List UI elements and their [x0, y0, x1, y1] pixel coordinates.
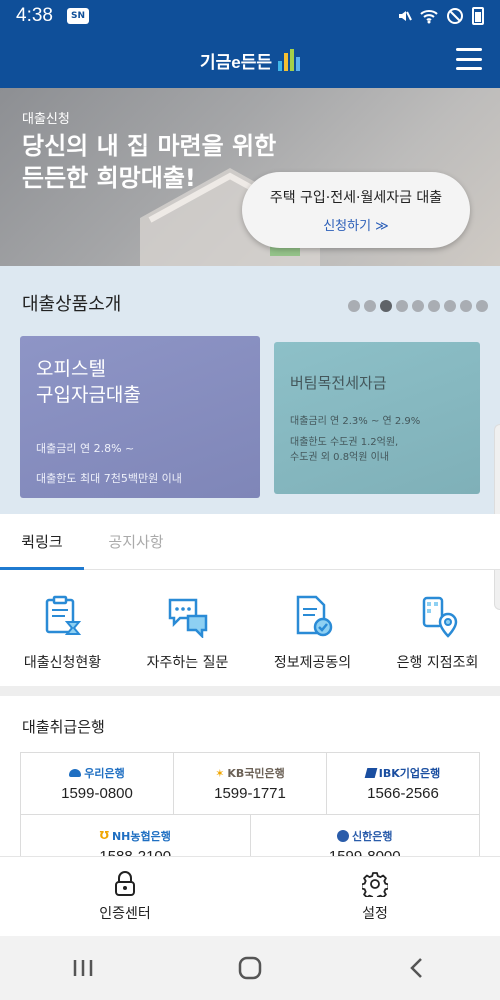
logo-text: 기금e든든	[199, 52, 272, 72]
hero-subtitle: 대출신청	[22, 112, 70, 127]
product-card-jeonse[interactable]: 버팀목전세자금 대출금리 연 2.3% ~ 연 2.9% 대출한도 수도권 1.…	[274, 342, 480, 494]
carousel-dot[interactable]	[444, 300, 456, 312]
nav-label: 설정	[362, 905, 388, 922]
notification-badge-icon: SN	[66, 8, 89, 24]
bank-woori[interactable]: 우리은행 1599-0800	[21, 753, 174, 814]
bank-phone: 1566-2566	[367, 785, 439, 802]
bank-shinhan[interactable]: 신한은행 1599-8000	[251, 815, 480, 861]
carousel-indicator[interactable]	[348, 300, 488, 312]
status-time: 4:38	[16, 5, 53, 26]
hero-title: 당신의 내 집 마련을 위한 든든한 희망대출!	[22, 130, 276, 194]
bank-ibk[interactable]: IBK기업은행 1566-2566	[327, 753, 479, 814]
bank-name: KB국민은행	[227, 767, 285, 780]
bank-logo-icon: Ʊ	[99, 829, 109, 842]
bank-phone: 1599-0800	[61, 785, 133, 802]
quick-link-label: 자주하는 질문	[146, 655, 229, 671]
bank-name: 우리은행	[84, 767, 125, 780]
do-not-disturb-icon	[447, 8, 463, 24]
quick-link-branch[interactable]: 은행 지점조회	[375, 590, 500, 680]
product-card-title: 오피스텔 구입자금대출	[36, 358, 141, 406]
bank-name: IBK기업은행	[378, 767, 441, 780]
carousel-dot[interactable]	[396, 300, 408, 312]
app-header: 기금e든든	[0, 32, 500, 88]
loan-apply-card[interactable]: 주택 구입·전세·월세자금 대출 신청하기 ≫	[242, 172, 470, 248]
battery-icon	[472, 7, 484, 25]
loan-apply-title: 주택 구입·전세·월세자금 대출	[269, 189, 443, 206]
bank-grid: 우리은행 1599-0800 ✶ KB국민은행 1599-1771 IBK기업은행…	[20, 752, 480, 862]
bank-name: 신한은행	[352, 829, 393, 843]
document-check-icon	[296, 595, 332, 637]
bank-logo-icon	[337, 829, 349, 842]
nh-bank-logo: Ʊ NH농협은행	[100, 828, 171, 844]
tab-bar: 퀵링크 공지사항	[0, 514, 500, 570]
section-divider	[0, 686, 500, 696]
back-button[interactable]	[397, 948, 437, 988]
apply-link[interactable]: 신청하기 ≫	[323, 215, 389, 234]
recent-apps-icon	[74, 960, 93, 976]
woori-bank-logo: 우리은행	[69, 765, 125, 781]
home-button[interactable]	[230, 948, 270, 988]
hero-banner[interactable]: 대출신청 당신의 내 집 마련을 위한 든든한 희망대출! 주택 구입·전세·월…	[0, 88, 500, 266]
bank-logo-icon: ✶	[215, 766, 225, 780]
status-bar: 4:38 SN	[0, 0, 500, 32]
kb-bank-logo: ✶ KB국민은행	[215, 765, 285, 781]
section-title: 대출상품소개	[22, 294, 122, 315]
carousel-dot[interactable]	[460, 300, 472, 312]
quick-link-consent[interactable]: 정보제공동의	[250, 590, 375, 680]
banks-section-title: 대출취급은행	[22, 718, 105, 736]
quick-link-label: 대출신청현황	[23, 655, 102, 671]
bank-nh[interactable]: Ʊ NH농협은행 1588-2100	[21, 815, 251, 861]
app-logo[interactable]: 기금e든든	[200, 48, 300, 73]
bank-kb[interactable]: ✶ KB국민은행 1599-1771	[174, 753, 327, 814]
carousel-dot[interactable]	[364, 300, 376, 312]
mute-icon	[399, 11, 412, 21]
nav-label: 인증센터	[99, 905, 151, 922]
bottom-nav: 인증센터 설정	[0, 856, 500, 936]
product-card-officetel[interactable]: 오피스텔 구입자금대출 대출금리 연 2.8% ~ 대출한도 최대 7천5백만원…	[20, 336, 260, 498]
bank-logo-icon	[364, 768, 378, 778]
quick-link-label: 은행 지점조회	[396, 655, 479, 671]
ibk-bank-logo: IBK기업은행	[364, 765, 441, 781]
recent-apps-button[interactable]	[63, 948, 103, 988]
system-nav-bar	[0, 936, 500, 1000]
quick-link-label: 정보제공동의	[273, 655, 352, 671]
home-icon	[238, 956, 262, 980]
lock-icon	[115, 870, 135, 896]
product-card-rate: 대출금리 연 2.3% ~ 연 2.9%	[290, 416, 421, 427]
quick-links: 대출신청현황 자주하는 질문 정보제공동의 은행 지점조회	[0, 590, 500, 680]
product-card-limit: 대출한도 최대 7천5백만원 이내	[36, 472, 182, 485]
hamburger-menu-icon[interactable]	[456, 48, 482, 70]
carousel-dot[interactable]	[428, 300, 440, 312]
bank-logo-icon	[69, 769, 82, 777]
shinhan-bank-logo: 신한은행	[337, 828, 392, 844]
chat-bubbles-icon	[168, 598, 207, 638]
carousel-dot[interactable]	[380, 300, 392, 312]
map-pin-icon	[422, 596, 457, 638]
product-card-limit: 대출한도 수도권 1.2억원, 수도권 외 0.8억원 이내	[290, 437, 399, 463]
logo-bars-icon	[278, 49, 300, 71]
nav-auth-center[interactable]: 인증센터	[0, 857, 250, 936]
back-icon	[409, 958, 422, 978]
tab-quicklink[interactable]: 퀵링크	[0, 514, 84, 570]
quick-link-faq[interactable]: 자주하는 질문	[125, 590, 250, 680]
bank-phone: 1599-1771	[214, 785, 286, 802]
status-icons	[396, 7, 484, 25]
product-card-rate: 대출금리 연 2.8% ~	[36, 442, 135, 455]
hero-title-line: 당신의 내 집 마련을 위한	[22, 132, 277, 160]
tab-notice[interactable]: 공지사항	[84, 514, 188, 569]
gear-icon	[362, 871, 388, 897]
carousel-dot[interactable]	[476, 300, 488, 312]
quick-link-loan-status[interactable]: 대출신청현황	[0, 590, 125, 680]
wifi-icon	[420, 10, 438, 24]
bank-name: NH농협은행	[111, 829, 171, 843]
product-card-title: 버팀목전세자금	[290, 374, 387, 392]
loan-products-section: 대출상품소개 오피스텔 구입자금대출 대출금리 연 2.8% ~ 대출한도 최대…	[0, 266, 500, 514]
carousel-dot[interactable]	[348, 300, 360, 312]
clipboard-hourglass-icon	[45, 595, 81, 635]
nav-settings[interactable]: 설정	[250, 857, 500, 936]
carousel-dot[interactable]	[412, 300, 424, 312]
hero-title-line: 든든한 희망대출!	[22, 164, 196, 192]
